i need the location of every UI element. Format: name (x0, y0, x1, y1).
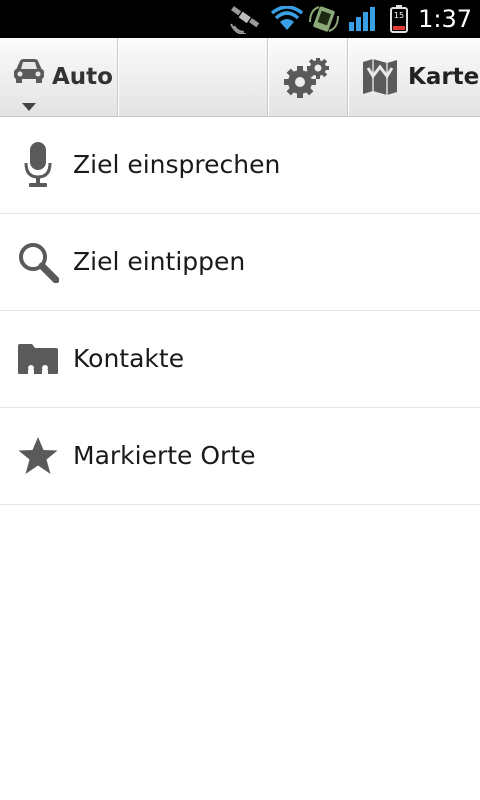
magnifier-icon (14, 238, 62, 286)
wifi-icon (270, 4, 304, 34)
list-item-starred-places[interactable]: Markierte Orte (0, 408, 480, 505)
list-item-contacts[interactable]: Kontakte (0, 311, 480, 408)
list-item-label: Kontakte (73, 344, 185, 373)
gps-satellite-icon (228, 4, 268, 34)
destination-menu: Ziel einsprechen Ziel eintippen Kontakte (0, 117, 480, 505)
clock: 1:37 (418, 5, 472, 33)
contacts-folder-icon (14, 335, 62, 383)
travel-mode-button[interactable]: Auto (0, 38, 117, 116)
map-icon (362, 58, 398, 100)
action-bar: Auto Karte (0, 38, 480, 117)
settings-button[interactable] (268, 38, 348, 116)
sync-icon (306, 4, 342, 34)
car-icon (12, 56, 46, 88)
travel-mode-label: Auto (52, 64, 113, 90)
chevron-down-icon (22, 96, 36, 115)
list-item-label: Ziel eintippen (73, 247, 246, 276)
map-button[interactable]: Karte (348, 38, 480, 116)
battery-icon: 15 (388, 4, 410, 34)
status-bar: 15 1:37 (0, 0, 480, 38)
action-bar-divider (117, 38, 118, 116)
map-label: Karte (408, 64, 480, 90)
list-item-label: Ziel einsprechen (73, 150, 281, 179)
microphone-icon (14, 141, 62, 189)
star-icon (14, 432, 62, 480)
signal-icon (346, 4, 378, 34)
battery-level: 15 (393, 11, 405, 20)
gears-icon (284, 57, 332, 102)
list-item-type-destination[interactable]: Ziel eintippen (0, 214, 480, 311)
list-item-speak-destination[interactable]: Ziel einsprechen (0, 117, 480, 214)
list-item-label: Markierte Orte (73, 441, 256, 470)
